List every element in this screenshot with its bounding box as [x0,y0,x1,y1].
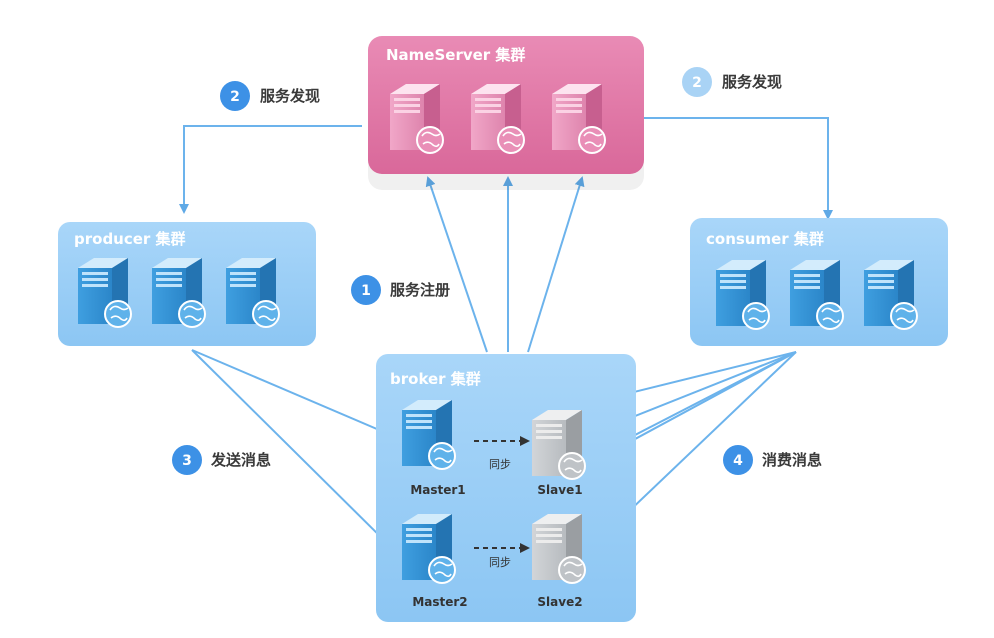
step-discover-right: 2 服务发现 [682,67,782,97]
send-arrow-master2 [191,349,396,552]
step-label: 服务发现 [260,87,320,105]
register-arrow-3 [527,176,585,353]
slave1-server-icon [531,409,586,480]
step-label: 服务注册 [390,281,450,299]
broker-cluster-title: broker 集群 [390,370,481,388]
nameserver-server-icon [551,83,606,154]
producer-server-icon [77,257,132,328]
step-number: 2 [230,89,240,105]
nameserver-cluster-title: NameServer 集群 [386,46,525,64]
discover-arrow-right [644,117,833,220]
producer-cluster-title: producer 集群 [74,230,186,248]
send-arrow-master1 [191,349,400,440]
master2-server-icon [401,513,456,584]
discover-arrow-left [179,125,362,214]
nameserver-server-icon [389,83,444,154]
producer-cluster: producer 集群 [58,222,316,346]
consumer-cluster: consumer 集群 [690,218,948,346]
step-number: 1 [361,283,371,299]
sync-label-2: 同步 [489,556,511,569]
sync-label-1: 同步 [489,458,511,471]
step-number: 2 [692,75,702,91]
producer-server-icon [225,257,280,328]
slave1-label: Slave1 [537,483,582,497]
step-label: 消费消息 [762,451,822,469]
consumer-server-icon [715,259,770,330]
master1-server-icon [401,399,456,470]
step-register: 1 服务注册 [351,275,450,305]
step-number: 4 [733,453,743,469]
nameserver-cluster: NameServer 集群 [368,36,644,190]
slave2-label: Slave2 [537,595,582,609]
step-label: 服务发现 [722,73,782,91]
consumer-server-icon [789,259,844,330]
master2-label: Master2 [412,595,467,609]
step-consume: 4 消费消息 [723,445,822,475]
step-discover-left: 2 服务发现 [220,81,320,111]
master1-label: Master1 [410,483,465,497]
broker-cluster: broker 集群 Master1 Slave1 同步 Master2 Slav… [376,354,636,622]
step-send: 3 发送消息 [172,445,271,475]
nameserver-server-icon [470,83,525,154]
consumer-cluster-title: consumer 集群 [706,230,824,248]
register-arrow-1 [425,176,488,353]
step-number: 3 [182,453,192,469]
consumer-server-icon [863,259,918,330]
slave2-server-icon [531,513,586,584]
step-label: 发送消息 [210,451,271,469]
producer-server-icon [151,257,206,328]
